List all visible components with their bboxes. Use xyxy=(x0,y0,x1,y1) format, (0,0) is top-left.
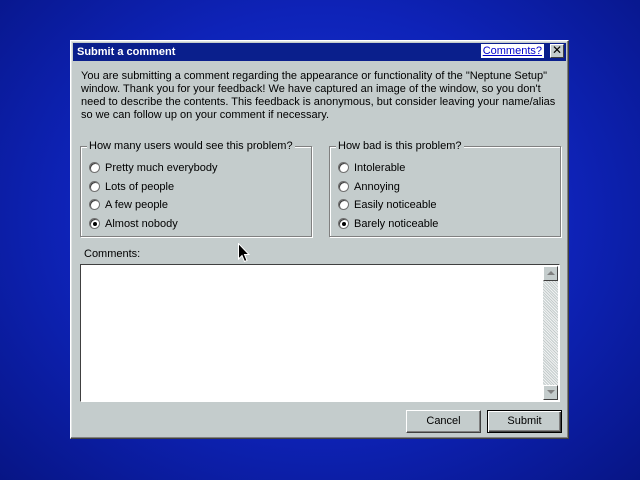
cancel-button[interactable]: Cancel xyxy=(406,410,481,433)
radio-label: Annoying xyxy=(354,181,400,193)
radio-circle[interactable] xyxy=(89,199,100,210)
submit-button[interactable]: Submit xyxy=(487,410,562,433)
radio-circle[interactable] xyxy=(338,181,349,192)
radio-circle-selected[interactable] xyxy=(338,218,349,229)
radio-label: Intolerable xyxy=(354,162,406,174)
radio-label: A few people xyxy=(105,199,168,211)
radio-label: Pretty much everybody xyxy=(105,162,218,174)
comments-box xyxy=(80,264,560,402)
users-affected-group: How many users would see this problem? P… xyxy=(80,140,312,237)
radio-circle[interactable] xyxy=(338,199,349,210)
radio-label: Barely noticeable xyxy=(354,218,439,230)
radio-selected-dot xyxy=(342,222,346,226)
comments-label: Comments: xyxy=(84,248,141,260)
radio-circle[interactable] xyxy=(89,162,100,173)
radio-selected-dot xyxy=(93,222,97,226)
radio-label: Easily noticeable xyxy=(354,199,437,211)
dialog-title: Submit a comment xyxy=(77,46,176,58)
desktop-background: Submit a comment Comments? ✕ You are sub… xyxy=(0,0,640,480)
submit-comment-dialog: Submit a comment Comments? ✕ You are sub… xyxy=(70,40,569,439)
description-text: You are submitting a comment regarding t… xyxy=(81,70,556,121)
close-icon: ✕ xyxy=(551,43,563,57)
mouse-cursor-icon xyxy=(238,243,250,263)
scroll-down-button[interactable] xyxy=(543,385,558,400)
radio-label: Lots of people xyxy=(105,181,175,193)
scroll-up-arrow-icon xyxy=(547,271,555,275)
comments-textarea[interactable] xyxy=(83,267,541,399)
severity-group: How bad is this problem? Intolerable Ann… xyxy=(329,140,561,237)
comments-help-link[interactable]: Comments? xyxy=(480,44,544,58)
radio-circle-selected[interactable] xyxy=(89,218,100,229)
title-bar[interactable]: Submit a comment Comments? ✕ xyxy=(73,43,566,61)
scroll-up-button[interactable] xyxy=(543,266,558,281)
close-button[interactable]: ✕ xyxy=(550,44,564,58)
users-affected-legend: How many users would see this problem? xyxy=(87,140,295,153)
radio-circle[interactable] xyxy=(89,181,100,192)
radio-circle[interactable] xyxy=(338,162,349,173)
scroll-down-arrow-icon xyxy=(547,390,555,394)
severity-legend: How bad is this problem? xyxy=(336,140,464,153)
radio-label: Almost nobody xyxy=(105,218,178,230)
comments-scrollbar[interactable] xyxy=(543,266,558,400)
